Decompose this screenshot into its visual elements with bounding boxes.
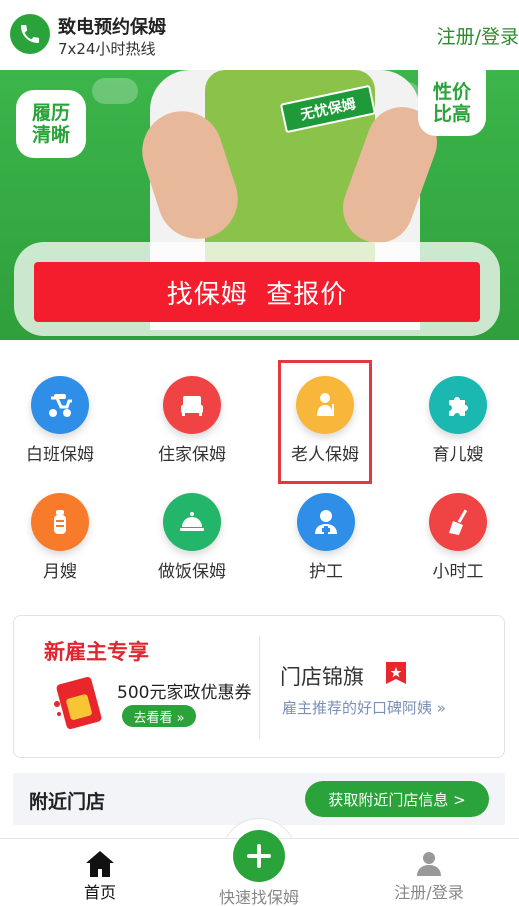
elderly-icon: [296, 376, 354, 434]
bubble-right-text: 性价 比高: [432, 81, 471, 125]
promo-card: 新雇主专享 500元家政优惠券 去看看 » 门店锦旗 雇主推荐的好口碑阿姨 »: [13, 615, 505, 758]
quick-find-fab[interactable]: [233, 830, 285, 882]
decor-cloud: [92, 78, 138, 104]
service-caregiver[interactable]: 护工: [266, 477, 386, 587]
puzzle-icon: [429, 376, 487, 434]
nurse-icon: [297, 493, 355, 551]
promo-divider: [259, 636, 260, 739]
service-elderly-nanny[interactable]: 老人保姆: [278, 360, 372, 484]
top-header: 致电预约保姆 7x24小时热线 注册/登录: [0, 0, 519, 70]
bubble-left-text: 履历 清晰: [31, 102, 70, 146]
hero-banner[interactable]: 无忧保姆 履历 清晰 性价 比高 找保姆 查报价: [0, 70, 519, 340]
register-login-link[interactable]: 注册/登录: [437, 22, 519, 49]
tab-account[interactable]: 注册/登录: [369, 839, 489, 906]
home-icon: [86, 851, 114, 877]
view-coupon-button[interactable]: 去看看 »: [122, 705, 196, 727]
store-banner-title[interactable]: 门店锦旗: [280, 661, 364, 691]
service-nanny[interactable]: 育儿嫂: [398, 360, 518, 470]
bed-icon: [163, 376, 221, 434]
banner-bubble-left: 履历 清晰: [16, 90, 86, 158]
pennant-icon: [386, 662, 406, 684]
new-employer-title: 新雇主专享: [44, 640, 149, 664]
banner-bubble-right: 性价 比高: [418, 70, 486, 136]
service-live-in-nanny[interactable]: 住家保姆: [132, 360, 252, 470]
coupon-text: 500元家政优惠券: [117, 683, 252, 703]
hotline-title[interactable]: 致电预约保姆: [58, 13, 166, 39]
tab-home[interactable]: 首页: [40, 839, 160, 906]
nearby-stores-title: 附近门店: [29, 791, 106, 813]
get-nearby-stores-button[interactable]: 获取附近门店信息 >: [305, 781, 489, 817]
service-label: 月嫂: [43, 562, 77, 582]
baby-bottle-icon: [31, 493, 89, 551]
service-label: 白班保姆: [26, 445, 94, 465]
tab-quick-label: 快速找保姆: [218, 888, 299, 906]
user-icon: [417, 852, 441, 876]
service-label: 做饭保姆: [158, 562, 226, 582]
tab-account-label: 注册/登录: [394, 883, 464, 902]
plus-icon: [247, 844, 271, 868]
service-day-nanny[interactable]: 白班保姆: [0, 360, 120, 470]
service-label: 老人保姆: [291, 445, 359, 465]
hotline-subtitle: 7x24小时热线: [58, 40, 156, 58]
cloche-icon: [163, 493, 221, 551]
service-grid: 白班保姆 住家保姆 老人保姆 育儿嫂 月嫂 做饭保姆 护工 小时工: [0, 360, 519, 590]
broom-icon: [429, 493, 487, 551]
service-maternity-nurse[interactable]: 月嫂: [0, 477, 120, 587]
service-label: 育儿嫂: [432, 445, 484, 465]
service-cooking-nanny[interactable]: 做饭保姆: [132, 477, 252, 587]
service-hourly-worker[interactable]: 小时工: [398, 477, 518, 587]
service-label: 护工: [309, 562, 343, 582]
phone-icon[interactable]: [10, 14, 50, 54]
service-label: 小时工: [432, 562, 484, 582]
service-label: 住家保姆: [158, 445, 226, 465]
store-subtitle-link[interactable]: 雇主推荐的好口碑阿姨 »: [282, 697, 446, 718]
scooter-icon: [31, 376, 89, 434]
find-nanny-button[interactable]: 找保姆 查报价: [34, 262, 480, 322]
tab-home-label: 首页: [83, 883, 116, 902]
red-envelope-icon: [54, 677, 102, 729]
